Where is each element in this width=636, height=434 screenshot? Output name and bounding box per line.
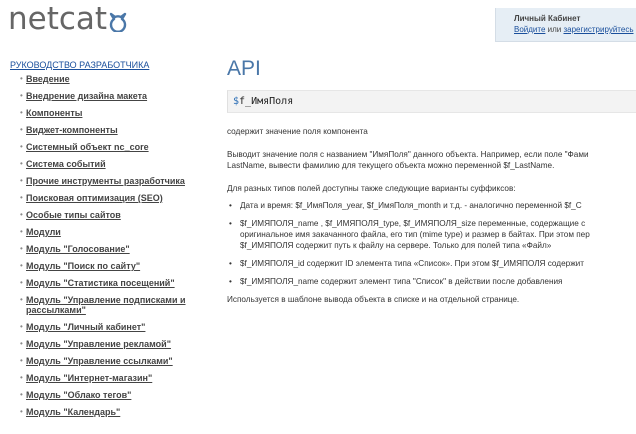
suffix-line: оригинальное имя закачанного файла, его …: [240, 230, 590, 239]
sidebar-item-label: Модуль "Голосование": [26, 244, 130, 254]
bullet-icon: •: [20, 295, 23, 304]
sidebar-item-label: Модуль "Календарь": [26, 407, 121, 417]
sidebar-item[interactable]: • Модуль "Поиск по сайту": [20, 261, 200, 271]
sidebar-item[interactable]: • Компоненты: [20, 108, 200, 118]
suffix-line: $f_ИМЯПОЛЯ содержит путь к файлу на серв…: [240, 241, 552, 250]
sidebar-item-label: Поисковая оптимизация (SEO): [26, 193, 163, 203]
sidebar-item-label: Прочие инструменты разработчика: [26, 176, 185, 186]
sidebar-item-label: Особые типы сайтов: [26, 210, 121, 220]
sidebar-item[interactable]: • Модуль "Календарь": [20, 407, 200, 417]
usage-note: Используется в шаблоне вывода объекта в …: [227, 295, 520, 304]
bullet-icon: •: [20, 125, 23, 134]
sidebar-item[interactable]: • Модули: [20, 227, 200, 237]
sidebar-item[interactable]: • Системный объект nc_core: [20, 142, 200, 152]
sidebar-item-label: Модуль "Интернет-магазин": [26, 373, 153, 383]
user-cabinet-panel: Личный Кабинет Войдите или зарегистрируй…: [495, 8, 636, 42]
sidebar-item-label: Модуль "Управление подписками и рассылка…: [26, 295, 186, 315]
suffix-list-item: $f_ИМЯПОЛЯ_name содержит элемент типа "С…: [227, 276, 636, 287]
page-title: API: [227, 57, 261, 80]
bullet-icon: •: [20, 159, 23, 168]
bullet-icon: •: [20, 91, 23, 100]
bullet-icon: •: [20, 227, 23, 236]
register-link[interactable]: зарегистрируйтесь: [563, 25, 633, 34]
sidebar-item[interactable]: • Модуль "Управление ссылками": [20, 356, 200, 366]
suffix-line: $f_ИМЯПОЛЯ_name , $f_ИМЯПОЛЯ_type, $f_ИМ…: [240, 219, 586, 228]
sidebar-item[interactable]: • Модуль "Управление подписками и рассылк…: [20, 295, 200, 315]
bullet-icon: •: [20, 142, 23, 151]
sidebar-item-label: Модули: [26, 227, 61, 237]
description-line-1: Выводит значение поля с названием "ИмяПо…: [227, 150, 589, 159]
sidebar-item-label: Модуль "Облако тегов": [26, 390, 132, 400]
sidebar-item-label: Модуль "Управление ссылками": [26, 356, 173, 366]
sidebar-item[interactable]: • Поисковая оптимизация (SEO): [20, 193, 200, 203]
bullet-icon: •: [20, 407, 23, 416]
sidebar-item-label: Модуль "Статистика посещений": [26, 278, 175, 288]
code-variable: f_ИмяПоля: [239, 96, 294, 107]
suffix-line: Дата и время: $f_ИмяПоля_year, $f_ИмяПол…: [240, 201, 582, 210]
bullet-icon: •: [20, 322, 23, 331]
suffix-list-item: $f_ИМЯПОЛЯ_id содержит ID элемента типа …: [227, 258, 636, 269]
bullet-icon: •: [20, 373, 23, 382]
bullet-icon: •: [20, 261, 23, 270]
cat-head-icon: [109, 12, 127, 32]
bullet-icon: •: [20, 244, 23, 253]
suffix-line: $f_ИМЯПОЛЯ_name содержит элемент типа "С…: [240, 277, 563, 286]
description-line-2: LastName, вывести фамилию для текущего о…: [227, 161, 555, 170]
nav-heading-developer-guide[interactable]: РУКОВОДСТВО РАЗРАБОТЧИКА: [10, 60, 149, 70]
suffix-list: Дата и время: $f_ИмяПоля_year, $f_ИмяПол…: [227, 200, 636, 287]
sidebar-item[interactable]: • Модуль "Голосование": [20, 244, 200, 254]
sidebar-item[interactable]: • Особые типы сайтов: [20, 210, 200, 220]
sidebar-item-label: Внедрение дизайна макета: [26, 91, 148, 101]
sidebar-item[interactable]: • Прочие инструменты разработчика: [20, 176, 200, 186]
sidebar-item[interactable]: • Модуль "Интернет-магазин": [20, 373, 200, 383]
bullet-icon: •: [20, 193, 23, 202]
sidebar-item-label: Компоненты: [26, 108, 83, 118]
suffix-list-item: Дата и время: $f_ИмяПоля_year, $f_ИмяПол…: [227, 200, 636, 211]
sidebar-item[interactable]: • Система событий: [20, 159, 200, 169]
sidebar-item-label: Модуль "Управление рекламой": [26, 339, 171, 349]
bullet-icon: •: [20, 390, 23, 399]
sidebar-item[interactable]: • Модуль "Облако тегов": [20, 390, 200, 400]
description-short: содержит значение поля компонента: [227, 127, 368, 136]
bullet-icon: •: [20, 210, 23, 219]
sidebar-item-label: Виджет-компоненты: [26, 125, 118, 135]
bullet-icon: •: [20, 108, 23, 117]
sidebar-item-label: Введение: [26, 74, 70, 84]
cabinet-title: Личный Кабинет: [514, 14, 581, 23]
sidebar-item-label: Модуль "Поиск по сайту": [26, 261, 141, 271]
code-signature: $f_ИмяПоля: [227, 90, 636, 113]
sidebar-item[interactable]: • Внедрение дизайна макета: [20, 91, 200, 101]
main-content: содержит значение поля компонента Выводи…: [227, 126, 636, 305]
sidebar-item-label: Система событий: [26, 159, 106, 169]
bullet-icon: •: [20, 74, 23, 83]
suffix-line: $f_ИМЯПОЛЯ_id содержит ID элемента типа …: [240, 259, 584, 268]
bullet-icon: •: [20, 356, 23, 365]
logo-text: netcat: [8, 1, 108, 37]
sidebar-nav: • Введение • Внедрение дизайна макета • Компо…: [20, 74, 200, 424]
bullet-icon: •: [20, 176, 23, 185]
bullet-icon: •: [20, 278, 23, 287]
suffixes-intro: Для разных типов полей доступны также сл…: [227, 184, 516, 193]
sidebar-item[interactable]: • Введение: [20, 74, 200, 84]
suffix-list-item: $f_ИМЯПОЛЯ_name , $f_ИМЯПОЛЯ_type, $f_ИМ…: [227, 218, 636, 251]
sidebar-item[interactable]: • Модуль "Управление рекламой": [20, 339, 200, 349]
login-link[interactable]: Войдите: [514, 25, 545, 34]
sidebar-item[interactable]: • Модуль "Личный кабинет": [20, 322, 200, 332]
sidebar-item-label: Системный объект nc_core: [26, 142, 149, 152]
bullet-icon: •: [20, 339, 23, 348]
sidebar-item[interactable]: • Виджет-компоненты: [20, 125, 200, 135]
sidebar-item[interactable]: • Модуль "Статистика посещений": [20, 278, 200, 288]
netcat-logo[interactable]: netcat: [8, 1, 128, 37]
or-text: или: [545, 25, 564, 34]
sidebar-item-label: Модуль "Личный кабинет": [26, 322, 146, 332]
